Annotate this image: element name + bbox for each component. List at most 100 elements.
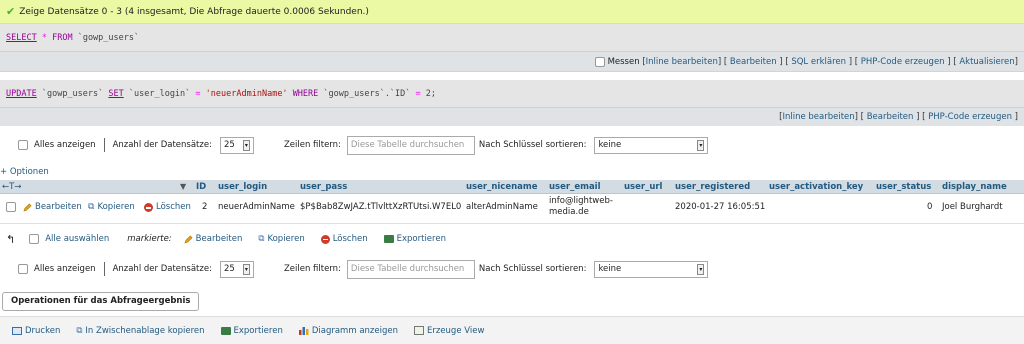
sort-value: keine [598,264,622,274]
sql-keyword-set[interactable]: SET [108,89,123,99]
show-all-checkbox[interactable] [18,264,28,274]
divider [103,262,105,276]
bulk-export-button[interactable]: Exportieren [383,234,446,244]
table-header: ←T→ ▼ ID user_login user_pass user_nicen… [0,180,1024,194]
row-edit-button[interactable]: Bearbeiten [23,202,82,213]
show-chart-label: Diagramm anzeigen [311,325,398,336]
sort-select[interactable]: keine ▾ [594,136,709,154]
select-all-label[interactable]: Alle auswählen [45,234,109,244]
row-count-select[interactable]: 25 ▾ [219,260,254,278]
column-header-user-registered[interactable]: user_registered [675,180,750,194]
bulk-delete-button[interactable]: Löschen [320,234,368,244]
filter-input[interactable]: Diese Tabelle durchsuchen [346,135,475,155]
arrow-up-icon: ↰ [6,232,16,246]
row-count-label: Anzahl der Datensätze: [112,140,212,150]
column-resize-arrows[interactable]: ←T→ [2,180,21,194]
column-header-user-pass[interactable]: user_pass [300,180,347,194]
row-count-value: 25 [223,140,235,150]
bulk-edit-label: Bearbeiten [195,234,243,244]
success-text: Zeige Datensätze 0 - 3 (4 insgesamt, Die… [19,6,369,17]
checkmark-icon: ✔ [6,5,16,18]
printer-icon [12,326,22,335]
inline-edit-link[interactable]: Inline bearbeiten [646,57,718,67]
sql-query-select[interactable]: SELECT * FROM `gowp_users` [0,24,1024,52]
sort-down-icon[interactable]: ▼ [180,180,186,194]
sql-column: `user_login` [128,88,191,99]
edit-query-link[interactable]: Bearbeiten [867,112,914,122]
bulk-actions: ↰ Alle auswählen markierte: Bearbeiten ⧉… [0,230,1024,248]
show-all-checkbox[interactable] [18,140,28,150]
sql-table-name: `gowp_users` [77,32,140,43]
select-all-checkbox[interactable] [29,234,40,244]
sql-query-update[interactable]: UPDATE `gowp_users` SET `user_login` = '… [0,80,1024,108]
sql-keyword-update[interactable]: UPDATE [6,89,37,99]
edit-query-link[interactable]: Bearbeiten [730,57,777,67]
column-header-user-activation-key[interactable]: user_activation_key [769,180,863,194]
delete-icon [144,203,153,212]
cell-user-login[interactable]: neuerAdminName [218,202,295,213]
export-button[interactable]: Exportieren [220,326,283,336]
print-label: Drucken [25,325,61,336]
cell-user-pass[interactable]: $P$Bab8ZwJAZ.tTlvltt­XzRTUtsi.W7EL0 [300,202,461,213]
show-all-label[interactable]: Alles anzeigen [34,140,96,150]
dropdown-arrow-icon: ▾ [697,139,705,151]
cell-user-registered[interactable]: 2020-01-27 16:05:51 [675,202,765,213]
column-header-user-email[interactable]: user_email [549,180,601,194]
inline-edit-link[interactable]: Inline bearbeiten [782,112,854,122]
row-delete-button[interactable]: Löschen [144,202,191,213]
filter-label: Zeilen filtern: [283,264,341,274]
pencil-icon [184,235,193,244]
sort-label: Nach Schlüssel sortieren: [478,140,587,150]
copy-to-clipboard-button[interactable]: ⧉ In Zwischenablage kopieren [76,326,204,336]
row-copy-button[interactable]: ⧉ Kopieren [88,202,135,213]
sql-keyword-from: FROM [52,32,73,43]
php-code-link[interactable]: PHP-Code erzeugen [928,112,1012,122]
column-header-display-name[interactable]: display_name [942,180,1007,194]
operations-bar: Drucken ⧉ In Zwischenablage kopieren Exp… [0,316,1024,344]
filter-label: Zeilen filtern: [283,140,341,150]
bar-chart-icon [298,327,309,335]
php-code-link[interactable]: PHP-Code erzeugen [861,57,945,67]
view-icon [413,326,424,335]
profiling-checkbox[interactable] [594,56,605,67]
print-button[interactable]: Drucken [12,326,60,336]
table-navigation-bottom: Alles anzeigen Anzahl der Datensätze: 25… [0,256,1024,282]
column-header-user-nicename[interactable]: user_nicename [466,180,538,194]
column-header-user-url[interactable]: user_url [624,180,662,194]
column-header-user-login[interactable]: user_login [218,180,267,194]
row-count-select[interactable]: 25 ▾ [219,136,254,154]
bulk-copy-button[interactable]: ⧉ Kopieren [258,234,304,244]
options-toggle[interactable]: + Optionen [0,167,49,177]
refresh-link[interactable]: Aktualisieren [959,57,1014,67]
bulk-edit-button[interactable]: Bearbeiten [184,234,243,244]
column-header-id[interactable]: ID [196,180,206,194]
cell-id[interactable]: 2 [202,202,207,213]
sql-keyword-select[interactable]: SELECT [6,33,37,43]
show-all-label[interactable]: Alles anzeigen [34,264,96,274]
show-chart-button[interactable]: Diagramm anzeigen [298,325,398,336]
row-copy-label: Kopieren [97,202,135,212]
cell-user-status[interactable]: 0 [927,202,932,213]
pencil-icon [23,203,32,212]
cell-display-name[interactable]: Joel Burghardt [942,202,1003,213]
dropdown-arrow-icon: ▾ [242,263,250,275]
cell-user-email[interactable]: info@lightweb- media.de [549,196,613,218]
filter-input[interactable]: Diese Tabelle durchsuchen [346,259,475,279]
query-toolbar-2: [Inline bearbeiten] [ Bearbeiten ] [ PHP… [0,108,1024,126]
explain-sql-link[interactable]: SQL erklären [791,57,846,67]
row-checkbox[interactable] [6,202,16,212]
sql-star: * [41,32,47,43]
export-icon [383,235,394,243]
profiling-label: Messen [607,56,640,67]
table-navigation-top: Alles anzeigen Anzahl der Datensätze: 25… [0,132,1024,158]
sort-select[interactable]: keine ▾ [594,260,709,278]
column-header-user-status[interactable]: user_status [876,180,931,194]
cell-user-nicename[interactable]: alterAdminName [466,202,538,213]
row-delete-label: Löschen [156,202,191,212]
create-view-button[interactable]: Erzeuge View [413,326,484,336]
sql-string: 'neuerAdminName' [205,88,288,99]
copy-icon: ⧉ [88,202,95,212]
sql-keyword-where: WHERE [292,88,319,99]
sql-qualified-column: `gowp_users`.`ID` [323,88,411,99]
bulk-copy-label: Kopieren [267,234,305,244]
